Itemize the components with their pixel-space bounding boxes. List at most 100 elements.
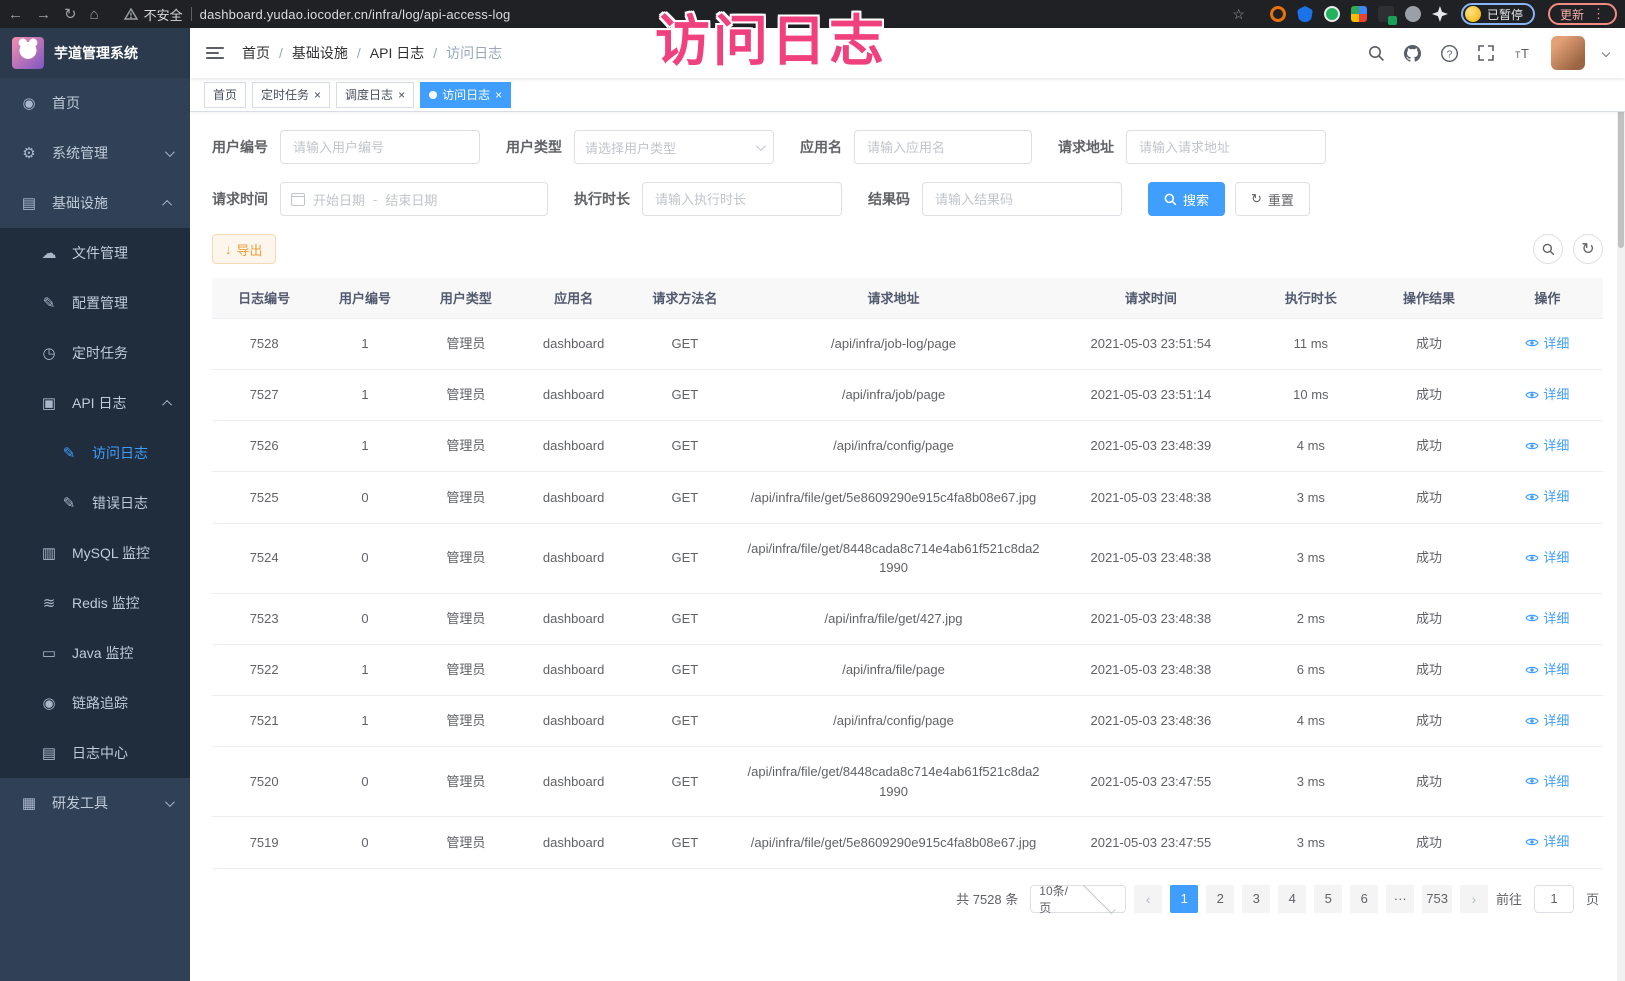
toolbox-icon: ▦ [18, 794, 40, 812]
detail-link[interactable]: 详细 [1525, 334, 1569, 354]
detail-link[interactable]: 详细 [1525, 711, 1569, 731]
breadcrumb-api-log[interactable]: API 日志 [370, 43, 424, 63]
refresh-button[interactable]: ↻ [1573, 234, 1603, 264]
sidebar-item-api-log[interactable]: ▣ API 日志 [0, 378, 190, 428]
prev-page-button[interactable]: ‹ [1134, 885, 1162, 913]
page-button-4[interactable]: 4 [1278, 885, 1306, 913]
back-icon[interactable]: ← [8, 7, 23, 22]
detail-link[interactable]: 详细 [1525, 548, 1569, 568]
cell-url: /api/infra/config/page [741, 421, 1047, 472]
sidebar-item-log-center[interactable]: ▤ 日志中心 [0, 728, 190, 778]
detail-link[interactable]: 详细 [1525, 609, 1569, 629]
cell-log-id: 7523 [212, 593, 316, 644]
breadcrumb-infrastructure[interactable]: 基础设施 [292, 43, 348, 63]
update-button[interactable]: 更新 ⋮ [1548, 3, 1617, 25]
security-warning[interactable]: 不安全 [124, 5, 183, 24]
logo[interactable]: 芋道管理系统 [0, 28, 190, 78]
tab-home[interactable]: 首页 [204, 82, 246, 108]
close-icon[interactable]: × [495, 89, 502, 101]
user-id-input[interactable] [280, 130, 480, 164]
filter-row-1: 用户编号 用户类型 请选择用户类型 应用名 请求地址 [212, 130, 1603, 164]
detail-link[interactable]: 详细 [1525, 660, 1569, 680]
tab-scheduled-jobs[interactable]: 定时任务 × [252, 82, 330, 108]
page-button-753[interactable]: 753 [1422, 885, 1452, 913]
home-icon[interactable]: ⌂ [90, 7, 99, 22]
address-bar[interactable]: 不安全 dashboard.yudao.iocoder.cn/infra/log… [112, 2, 1257, 26]
page-button-2[interactable]: 2 [1206, 885, 1234, 913]
sidebar-item-system-management[interactable]: ⚙ 系统管理 [0, 128, 190, 178]
translate-extension-icon[interactable] [1378, 6, 1394, 22]
sidebar-item-error-log[interactable]: ✎ 错误日志 [0, 478, 190, 528]
eye-icon [1525, 837, 1539, 847]
url-text[interactable]: dashboard.yudao.iocoder.cn/infra/log/api… [200, 7, 511, 22]
cell-time: 2021-05-03 23:48:38 [1047, 472, 1256, 523]
sidebar-item-home[interactable]: ◉ 首页 [0, 78, 190, 128]
cell-method: GET [629, 747, 740, 817]
detail-link[interactable]: 详细 [1525, 385, 1569, 405]
detail-link[interactable]: 详细 [1525, 487, 1569, 507]
cell-method: GET [629, 421, 740, 472]
blue-shield-extension-icon[interactable] [1297, 6, 1313, 22]
sidebar-item-dev-tools[interactable]: ▦ 研发工具 [0, 778, 190, 828]
forward-icon[interactable]: → [36, 7, 51, 22]
detail-link[interactable]: 详细 [1525, 772, 1569, 792]
orange-ring-extension-icon[interactable] [1270, 6, 1286, 22]
request-time-range-picker[interactable]: 开始日期 - 结束日期 [280, 182, 548, 216]
green-circle-extension-icon[interactable] [1324, 6, 1340, 22]
breadcrumb-home[interactable]: 首页 [242, 43, 270, 63]
page-button-5[interactable]: 5 [1314, 885, 1342, 913]
goto-page-input[interactable] [1534, 885, 1574, 913]
sidebar-item-access-log[interactable]: ✎ 访问日志 [0, 428, 190, 478]
close-icon[interactable]: × [314, 89, 321, 101]
chevron-down-icon[interactable] [1602, 49, 1610, 57]
tab-access-log[interactable]: 访问日志 × [420, 82, 511, 108]
sidebar-item-mysql-monitor[interactable]: ▥ MySQL 监控 [0, 528, 190, 578]
reload-icon[interactable]: ↻ [64, 7, 77, 22]
sidebar-item-scheduled-jobs[interactable]: ◷ 定时任务 [0, 328, 190, 378]
github-icon[interactable] [1403, 44, 1422, 63]
user-avatar[interactable] [1551, 36, 1585, 70]
pagination-ellipsis[interactable]: ··· [1386, 885, 1414, 913]
hamburger-icon[interactable] [206, 47, 224, 59]
page-button-3[interactable]: 3 [1242, 885, 1270, 913]
scrollbar[interactable] [1617, 28, 1625, 981]
update-label: 更新 [1560, 6, 1584, 23]
search-button[interactable]: 搜索 [1148, 182, 1225, 216]
sidebar-item-config-management[interactable]: ✎ 配置管理 [0, 278, 190, 328]
chevron-down-icon [165, 147, 175, 157]
user-type-select[interactable]: 请选择用户类型 [574, 130, 774, 164]
export-button-label: 导出 [237, 240, 263, 259]
paused-profile-chip[interactable]: 已暂停 [1461, 3, 1535, 25]
page-button-1[interactable]: 1 [1170, 885, 1198, 913]
sidebar-item-redis-monitor[interactable]: ≋ Redis 监控 [0, 578, 190, 628]
sidebar-item-infrastructure[interactable]: ▤ 基础设施 [0, 178, 190, 228]
help-icon[interactable]: ? [1440, 44, 1459, 63]
request-url-input[interactable] [1126, 130, 1326, 164]
font-size-icon[interactable]: TT [1513, 45, 1533, 61]
detail-link[interactable]: 详细 [1525, 436, 1569, 456]
search-icon[interactable] [1368, 45, 1385, 62]
sidebar-item-java-monitor[interactable]: ▭ Java 监控 [0, 628, 190, 678]
tab-dispatch-log[interactable]: 调度日志 × [336, 82, 414, 108]
reset-button[interactable]: ↻ 重置 [1235, 182, 1310, 216]
table-row: 7519 0 管理员 dashboard GET /api/infra/file… [212, 817, 1603, 868]
duration-input[interactable] [642, 182, 842, 216]
page-size-select[interactable]: 10条/页 [1030, 885, 1126, 913]
gray-extension-icon[interactable] [1405, 6, 1421, 22]
start-date-placeholder: 开始日期 [313, 190, 365, 209]
toggle-search-button[interactable] [1533, 234, 1563, 264]
fullscreen-icon[interactable] [1477, 44, 1495, 62]
app-name-input[interactable] [854, 130, 1032, 164]
page-button-6[interactable]: 6 [1350, 885, 1378, 913]
next-page-button[interactable]: › [1460, 885, 1488, 913]
browser-menu-icon[interactable]: ⋮ [1592, 6, 1605, 22]
close-icon[interactable]: × [398, 89, 405, 101]
export-button[interactable]: ↓ 导出 [212, 234, 276, 264]
bookmark-star-icon[interactable]: ☆ [1232, 6, 1245, 23]
detail-link[interactable]: 详细 [1525, 832, 1569, 852]
pinwheel-extension-icon[interactable] [1432, 6, 1448, 22]
puzzle-extension-icon[interactable] [1351, 6, 1367, 22]
sidebar-item-file-management[interactable]: ☁ 文件管理 [0, 228, 190, 278]
result-code-input[interactable] [922, 182, 1122, 216]
sidebar-item-trace[interactable]: ◉ 链路追踪 [0, 678, 190, 728]
